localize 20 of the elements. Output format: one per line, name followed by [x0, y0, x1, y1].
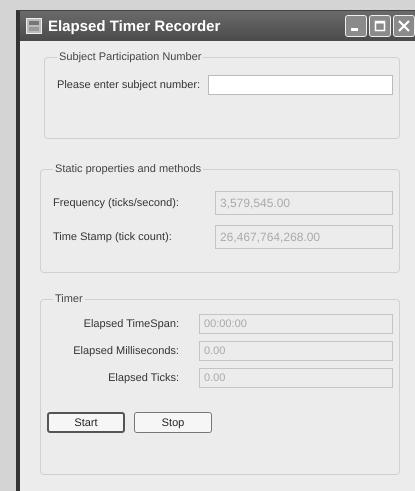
- maximize-icon: [374, 20, 386, 32]
- group-title: Static properties and methods: [54, 163, 202, 175]
- group-title: Timer: [54, 293, 84, 305]
- subject-number-field[interactable]: [208, 75, 393, 95]
- field-label: Elapsed TimeSpan:: [82, 318, 179, 330]
- group-title: Subject Participation Number: [58, 51, 202, 63]
- maximize-button[interactable]: [369, 15, 391, 37]
- action-button[interactable]: Start: [47, 412, 125, 433]
- close-icon: [398, 20, 410, 32]
- field-label: Elapsed Milliseconds:: [72, 345, 179, 357]
- action-button[interactable]: Stop: [134, 412, 212, 433]
- field-label: Please enter subject number:: [57, 79, 200, 91]
- close-button[interactable]: [393, 15, 415, 37]
- window-title: Elapsed Timer Recorder: [48, 18, 222, 34]
- field-label: Elapsed Ticks:: [107, 372, 179, 384]
- app-icon: [26, 18, 42, 34]
- minimize-icon: [351, 28, 358, 30]
- field-label: Time Stamp (tick count):: [53, 231, 173, 243]
- minimize-button[interactable]: [345, 15, 367, 37]
- field-label: Frequency (ticks/second):: [53, 197, 180, 209]
